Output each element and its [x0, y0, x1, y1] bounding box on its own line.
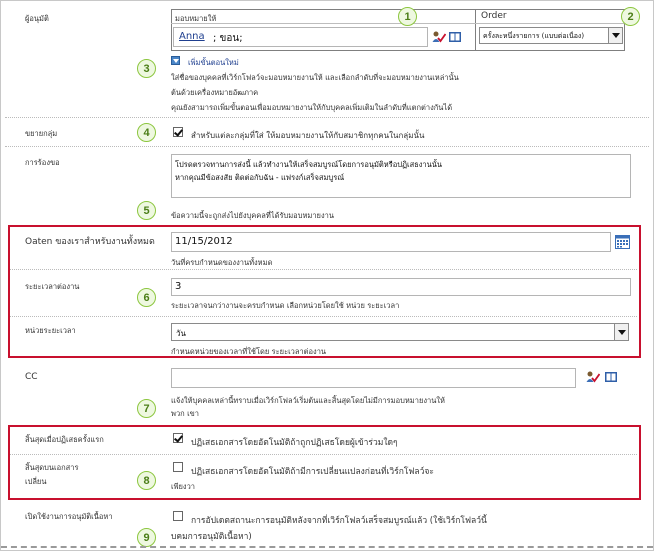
separator: [10, 269, 637, 270]
end-doc-change-checkbox-label-2: เพียงวา: [171, 482, 195, 491]
request-label: การร้องขอ: [25, 158, 60, 167]
address-book-icon[interactable]: [604, 371, 618, 383]
order-header: Order: [481, 11, 507, 21]
duration-units-select[interactable]: วัน: [171, 323, 629, 341]
callout-2: 2: [621, 7, 640, 26]
end-doc-change-checkbox[interactable]: [173, 462, 183, 472]
assignment-table-header-line: [171, 23, 625, 24]
cc-input[interactable]: [171, 368, 576, 388]
order-select-dropdown[interactable]: [608, 28, 622, 43]
cc-desc-line-1: แจ้งให้บุคคลเหล่านี้ทราบเมื่อเวิร์กโฟลว์…: [171, 396, 445, 405]
separator: [5, 117, 649, 118]
add-stage-link[interactable]: เพิ่มขั้นตอนใหม่: [188, 57, 239, 69]
callout-3: 3: [137, 59, 156, 78]
chevron-down-icon: [611, 33, 620, 38]
duration-units-desc: กำหนดหน่วยของเวลาที่ใช้โดย ระยะเวลาต่องา…: [171, 347, 327, 356]
callout-4: 4: [137, 123, 156, 142]
due-date-value: 11/15/2012: [175, 236, 233, 247]
order-select-value: ครั้งละหนึ่งรายการ (แบบต่อเนื่อง): [483, 32, 585, 40]
assign-to-header: มอบหมายให้: [175, 14, 217, 23]
due-date-desc: วันที่ครบกำหนดของงานทั้งหมด: [171, 258, 273, 267]
callout-1: 1: [398, 7, 417, 26]
callout-5: 5: [137, 201, 156, 220]
check-names-icon[interactable]: [586, 371, 600, 383]
cc-desc-line-2: พวก เขา: [171, 409, 199, 418]
duration-units-value: วัน: [176, 329, 186, 338]
expand-groups-checkbox-label: สำหรับแต่ละกลุ่มที่ใส่ ให้มอบหมายงานให้ก…: [191, 131, 425, 140]
callout-8: 8: [137, 471, 156, 490]
due-date-input[interactable]: [171, 232, 611, 252]
callout-6: 6: [137, 288, 156, 307]
duration-value: 3: [175, 281, 182, 292]
duration-label: ระยะเวลาต่องาน: [25, 282, 80, 291]
request-text-line-1: โปรดตรวจทานการส่งนี้ แล้วทำงานให้เสร็จสม…: [175, 160, 443, 169]
duration-units-dropdown[interactable]: [614, 324, 628, 340]
end-doc-change-label-line-2: เปลี่ยน: [25, 477, 47, 486]
expand-groups-label: ขยายกลุ่ม: [25, 129, 58, 138]
assignee-name[interactable]: Anna: [179, 31, 205, 42]
request-text-line-2: หากคุณมีข้อสงสัย ติดต่อกับฉัน - แฟรงก์เส…: [175, 173, 345, 182]
content-approval-checkbox-label: การอัปเดตสถานะการอนุมัติหลังจากที่เวิร์ก…: [191, 516, 487, 526]
duration-input[interactable]: [171, 278, 631, 296]
bottom-cut-edge: [1, 546, 653, 548]
add-stage-icon[interactable]: [171, 56, 180, 65]
approvers-desc-line-3: คุณยังสามารถเพิ่มขั้นตอนเพื่อมอบหมายงานใ…: [171, 103, 453, 112]
approvers-desc-line-1: ใส่ชื่อของบุคคลที่เวิร์กโฟลว์จะมอบหมายงา…: [171, 73, 459, 82]
approvers-label: ผู้อนุมัติ: [25, 14, 49, 23]
calendar-icon[interactable]: [615, 235, 630, 249]
end-first-reject-checkbox-label: ปฏิเสธเอกสารโดยอัตโนมัติถ้าถูกปฏิเสธโดยผ…: [191, 438, 398, 448]
assignment-table-divider: [475, 9, 476, 51]
duration-desc: ระยะเวลาจนกว่างานจะครบกำหนด เลือกหน่วยโด…: [171, 301, 400, 310]
callout-7: 7: [137, 399, 156, 418]
request-desc: ข้อความนี้จะถูกส่งไปยังบุคคลที่ได้รับมอบ…: [171, 211, 334, 220]
order-select[interactable]: ครั้งละหนึ่งรายการ (แบบต่อเนื่อง): [479, 27, 623, 44]
check-names-icon[interactable]: [432, 31, 446, 43]
approvers-desc-line-2: ต้นด้วยเครื่องหมายอัฒภาค: [171, 88, 259, 97]
separator: [10, 454, 637, 455]
address-book-icon[interactable]: [448, 31, 462, 43]
chevron-down-icon: [617, 329, 626, 335]
callout-9: 9: [137, 528, 156, 547]
end-doc-change-label-line-1: สิ้นสุดบนเอกสาร: [25, 463, 79, 472]
duration-units-label: หน่วยระยะเวลา: [25, 326, 76, 335]
separator: [5, 146, 649, 147]
separator: [10, 316, 637, 317]
content-approval-checkbox-label-2: บคมการอนุมัติเนื้อหา): [171, 532, 252, 542]
expand-groups-checkbox[interactable]: [173, 127, 183, 137]
workflow-settings-form: ผู้อนุมัติ มอบหมายให้ Order Anna ; ขอน; …: [0, 0, 654, 551]
assign-to-input[interactable]: [173, 27, 428, 47]
assignee-rest: ; ขอน;: [213, 33, 243, 44]
content-approval-checkbox[interactable]: [173, 511, 183, 521]
cc-label: CC: [25, 372, 38, 382]
end-first-reject-label: สิ้นสุดเมื่อปฏิเสธครั้งแรก: [25, 435, 104, 444]
content-approval-label: เปิดใช้งานการอนุมัติเนื้อหา: [25, 512, 113, 521]
due-date-label: Oaten ของเราสำหรับงานทั้งหมด: [25, 237, 155, 247]
end-doc-change-checkbox-label: ปฏิเสธเอกสารโดยอัตโนมัติถ้ามีการเปลี่ยนแ…: [191, 467, 434, 477]
end-first-reject-checkbox[interactable]: [173, 433, 183, 443]
